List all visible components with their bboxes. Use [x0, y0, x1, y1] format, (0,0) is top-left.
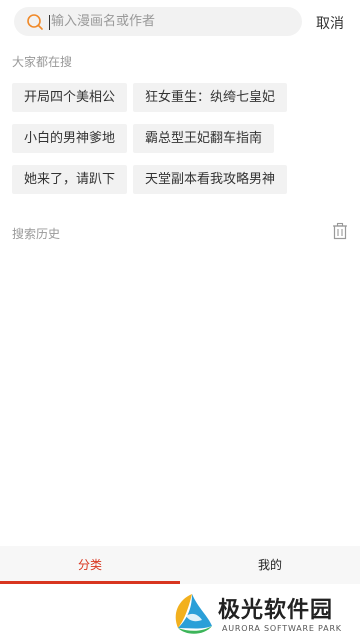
search-input[interactable] [51, 10, 291, 33]
search-history-title: 搜索历史 [12, 227, 61, 241]
text-caret [49, 15, 50, 30]
tab-category[interactable]: 分类 [0, 546, 180, 584]
search-icon [27, 14, 43, 30]
watermark-subtitle: AURORA SOFTWARE PARK [222, 624, 342, 633]
watermark-title: 极光软件园 [218, 598, 334, 623]
watermark-logo-icon [175, 594, 212, 634]
tab-mine[interactable]: 我的 [180, 546, 360, 584]
search-header: 取消 [0, 0, 360, 44]
trash-icon[interactable] [331, 222, 349, 240]
hot-search-tag[interactable]: 狂女重生：纨绔七皇妃 [133, 83, 288, 112]
hot-search-tag[interactable]: 小白的男神爹地 [12, 124, 128, 153]
active-tab-indicator [0, 581, 180, 584]
hot-search-tag[interactable]: 天堂副本看我攻略男神 [133, 165, 288, 194]
hot-search-tag[interactable]: 霸总型王妃翻车指南 [133, 124, 275, 153]
search-box[interactable] [14, 7, 302, 36]
hot-search-tag[interactable]: 开局四个美相公 [12, 83, 128, 112]
bottom-tab-bar: 分类 我的 [0, 546, 360, 584]
cancel-button[interactable]: 取消 [316, 13, 344, 33]
hot-search-tag[interactable]: 她来了，请趴下 [12, 165, 128, 194]
hot-search-title: 大家都在搜 [12, 55, 73, 69]
